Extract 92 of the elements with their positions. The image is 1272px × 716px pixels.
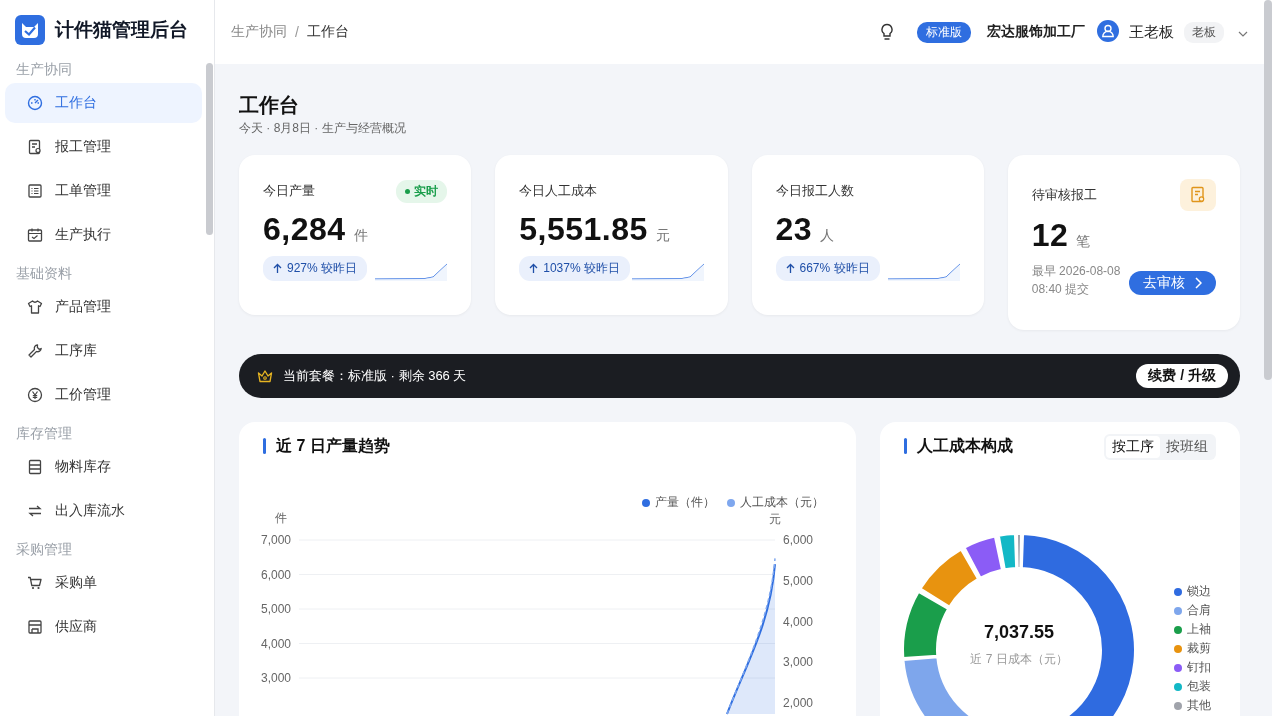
kpi-unit: 人	[820, 227, 835, 245]
kpi-value: 6,284	[263, 211, 346, 248]
y-tick-label: 2,000	[783, 696, 814, 710]
renew-upgrade-button[interactable]: 续费 / 升级	[1136, 364, 1228, 388]
page-title: 工作台	[239, 93, 300, 118]
calendar-icon	[27, 227, 43, 243]
card-title: 人工成本构成	[917, 435, 1013, 456]
y-tick-label: 3,000	[260, 671, 291, 685]
plan-badge: 标准版	[917, 21, 971, 43]
kpi-value: 5,551.85	[519, 211, 648, 248]
legend-item[interactable]: 上袖	[1174, 620, 1211, 639]
legend-item[interactable]: 裁剪	[1174, 639, 1211, 658]
live-badge: 实时	[396, 179, 448, 203]
breadcrumb-current: 工作台	[306, 23, 349, 41]
y-tick-label: 6,000	[783, 533, 814, 547]
chevron-down-icon[interactable]	[1238, 31, 1248, 37]
user-name: 王老板	[1129, 22, 1174, 42]
kpi-label: 今日报工人数	[775, 182, 854, 200]
scrollbar-thumb[interactable]	[206, 63, 213, 235]
legend-item[interactable]: 包装	[1174, 677, 1211, 696]
role-badge: 老板	[1184, 21, 1224, 43]
breadcrumb-link[interactable]: 生产协同	[231, 23, 287, 41]
wrench-icon	[27, 343, 43, 359]
nav-item[interactable]: 采购单	[5, 563, 202, 603]
store-icon	[27, 619, 43, 635]
cat-logo-icon	[15, 15, 45, 45]
legend-item[interactable]: 其他	[1174, 696, 1211, 715]
nav-item[interactable]: 工作台	[5, 83, 202, 123]
yen-icon	[27, 387, 43, 403]
change-badge: 667% 较昨日	[775, 256, 880, 281]
scrollbar-thumb[interactable]	[1264, 0, 1272, 380]
legend-item[interactable]: 人工成本（元）	[727, 494, 824, 511]
change-badge: 1037% 较昨日	[519, 256, 630, 281]
legend-item[interactable]: 产量（件）	[642, 494, 715, 511]
shirt-icon	[27, 299, 43, 315]
nav-item[interactable]: 报工管理	[5, 127, 202, 167]
legend-item[interactable]: 合肩	[1174, 601, 1211, 620]
crown-icon	[257, 369, 273, 383]
segment-tab[interactable]: 按班组	[1160, 436, 1214, 458]
list-icon	[27, 183, 43, 199]
nav-item[interactable]: 工单管理	[5, 171, 202, 211]
y-tick-label: 7,000	[260, 533, 291, 547]
company-name: 宏达服饰加工厂	[987, 23, 1085, 41]
kpi-label: 今日产量	[263, 182, 315, 200]
submit-time-note: 最早 2026-08-08 08:40 提交	[1031, 263, 1122, 298]
y-tick-label: 4,000	[260, 636, 291, 651]
review-button[interactable]: 去审核	[1129, 271, 1216, 295]
nav-group-label: 库存管理	[15, 424, 73, 443]
y-tick-label: 6,000	[260, 567, 291, 582]
arrows-icon	[27, 503, 43, 519]
nav-group-label: 基础资料	[15, 264, 73, 283]
kpi-label: 待审核报工	[1031, 186, 1097, 204]
user-avatar-icon	[1097, 19, 1119, 42]
nav-item[interactable]: 物料库存	[5, 447, 202, 487]
page-subtitle: 今天 · 8月8日 · 生产与经营概况	[239, 120, 407, 137]
kpi-unit: 件	[353, 227, 368, 245]
kpi-unit: 笔	[1076, 233, 1091, 251]
legend-item[interactable]: 钉扣	[1174, 658, 1211, 677]
change-badge: 927% 较昨日	[263, 256, 368, 281]
lightbulb-icon[interactable]	[879, 23, 895, 41]
cart-icon	[27, 575, 43, 591]
app-title: 计件猫管理后台	[55, 18, 188, 42]
card-title: 近 7 日产量趋势	[276, 435, 390, 456]
y-tick-label: 4,000	[783, 614, 814, 629]
cabinet-icon	[27, 459, 43, 475]
nav-group-label: 生产协同	[15, 60, 73, 79]
total-cost-label: 近 7 日成本（元）	[969, 651, 1069, 668]
report-icon	[27, 139, 43, 155]
y-tick-label: 5,000	[260, 602, 291, 616]
nav-item[interactable]: 产品管理	[5, 287, 202, 327]
nav-item[interactable]: 工价管理	[5, 375, 202, 415]
document-icon	[1180, 179, 1216, 211]
legend-item[interactable]: 锁边	[1174, 582, 1211, 601]
total-cost-value: 7,037.55	[982, 622, 1056, 643]
nav-item[interactable]: 工序库	[5, 331, 202, 371]
kpi-value: 23	[775, 211, 813, 248]
nav-group-label: 采购管理	[15, 540, 73, 559]
kpi-unit: 元	[655, 227, 670, 245]
y-axis-label: 元	[769, 512, 781, 526]
kpi-value: 12	[1031, 217, 1069, 254]
breadcrumb-separator: /	[295, 24, 299, 40]
y-tick-label: 3,000	[783, 655, 814, 670]
gauge-icon	[27, 95, 43, 111]
y-tick-label: 5,000	[783, 573, 814, 588]
chevron-right-icon	[1195, 277, 1202, 289]
plan-info-text: 当前套餐：标准版 · 剩余 366 天	[283, 367, 468, 385]
nav-item[interactable]: 供应商	[5, 607, 202, 647]
kpi-label: 今日人工成本	[519, 182, 598, 200]
nav-item[interactable]: 出入库流水	[5, 491, 202, 531]
segment-tab[interactable]: 按工序	[1106, 436, 1160, 458]
y-axis-label: 件	[275, 511, 287, 525]
nav-item[interactable]: 生产执行	[5, 215, 202, 255]
